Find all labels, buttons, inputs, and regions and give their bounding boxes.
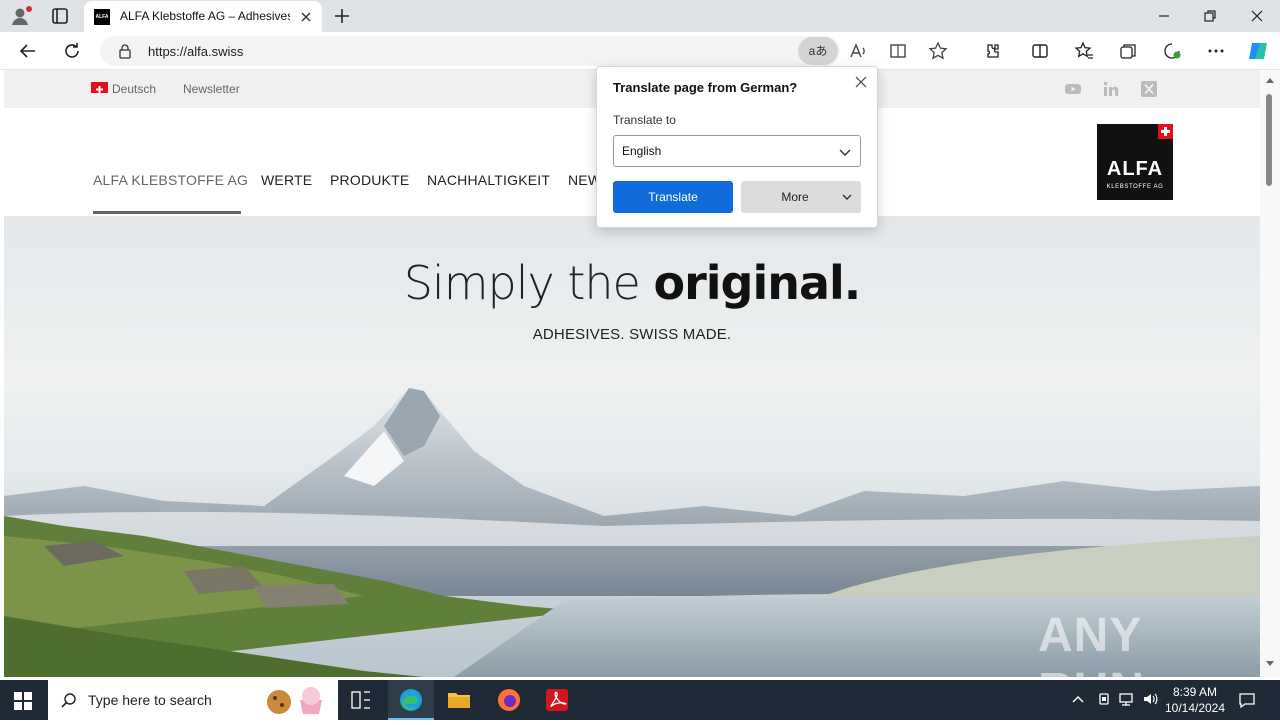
favorite-star-icon[interactable] — [928, 41, 948, 61]
windows-taskbar: Type here to search 8:39 AM 10/14/2024 — [0, 680, 1280, 720]
more-button-label: More — [781, 190, 809, 204]
close-icon[interactable] — [853, 74, 869, 90]
language-select[interactable]: English — [613, 135, 861, 167]
split-screen-icon[interactable] — [1030, 41, 1050, 61]
tab-title: ALFA Klebstoffe AG – Adhesives... — [120, 9, 290, 23]
network-device-icon[interactable] — [1096, 691, 1112, 707]
page-scrollbar[interactable] — [1260, 70, 1280, 677]
favorites-icon[interactable] — [1074, 41, 1094, 61]
alfa-logo[interactable]: ALFA KLEBSTOFFE AG — [1097, 124, 1173, 200]
close-window-icon[interactable] — [1247, 6, 1267, 26]
read-aloud-icon[interactable] — [848, 41, 868, 61]
url-text[interactable]: https://alfa.swiss — [148, 44, 243, 59]
immersive-reader-icon[interactable] — [888, 41, 908, 61]
file-explorer-icon[interactable] — [436, 680, 482, 720]
browser-title-bar: ALFA ALFA Klebstoffe AG – Adhesives... — [0, 0, 1280, 32]
lock-icon[interactable] — [118, 43, 132, 59]
logo-subtext: KLEBSTOFFE AG — [1106, 184, 1164, 190]
cookie-cupcake-icon — [267, 687, 322, 714]
headline-bold: original. — [653, 256, 861, 310]
chevron-down-icon — [842, 194, 852, 200]
anyrun-watermark: ANY RUN — [1038, 609, 1144, 677]
edge-icon — [400, 689, 422, 711]
taskbar-edge[interactable] — [388, 680, 434, 720]
collections-icon[interactable] — [1118, 41, 1138, 61]
search-placeholder: Type here to search — [88, 692, 212, 708]
task-view-icon[interactable] — [338, 680, 384, 720]
profile-icon[interactable] — [10, 6, 32, 26]
url-bar[interactable]: https://alfa.swiss — [100, 36, 840, 66]
scroll-down-icon[interactable] — [1265, 660, 1275, 668]
tab-actions-icon[interactable] — [50, 6, 70, 26]
taskbar-search-box[interactable]: Type here to search — [48, 680, 338, 720]
youtube-icon[interactable] — [1064, 80, 1082, 98]
back-icon[interactable] — [18, 41, 38, 61]
nav-alfa-klebstoffe[interactable]: ALFA KLEBSTOFFE AG — [93, 172, 248, 188]
popup-title: Translate page from German? — [613, 80, 798, 95]
x-twitter-icon[interactable] — [1140, 80, 1158, 98]
firefox-icon[interactable] — [486, 680, 532, 720]
translate-button[interactable]: Translate — [613, 181, 733, 213]
translate-popup: Translate page from German? Translate to… — [596, 66, 878, 228]
swiss-flag-icon — [91, 82, 108, 93]
headline-light: Simply the — [403, 256, 654, 310]
more-button[interactable]: More — [741, 181, 861, 213]
network-icon[interactable] — [1118, 691, 1134, 707]
swiss-cross-icon — [1158, 124, 1173, 139]
minimize-icon[interactable] — [1154, 6, 1174, 26]
more-options-icon[interactable] — [1206, 41, 1226, 61]
logo-text: ALFA — [1106, 158, 1164, 180]
tray-chevron-up-icon[interactable] — [1070, 691, 1086, 707]
scroll-thumb[interactable] — [1266, 94, 1272, 186]
tab-alfa[interactable]: ALFA ALFA Klebstoffe AG – Adhesives... — [84, 1, 322, 32]
linkedin-icon[interactable] — [1102, 80, 1120, 98]
scroll-up-icon[interactable] — [1265, 76, 1275, 84]
nav-produkte[interactable]: PRODUKTE — [330, 172, 409, 188]
copilot-icon[interactable] — [1246, 39, 1270, 63]
restore-icon[interactable] — [1200, 6, 1220, 26]
hero-headline: Simply the original. — [4, 256, 1260, 310]
nav-nachhaltigkeit[interactable]: NACHHALTIGKEIT — [427, 172, 550, 188]
nav-werte[interactable]: WERTE — [261, 172, 312, 188]
alfa-favicon-icon: ALFA — [94, 9, 110, 25]
close-tab-icon[interactable] — [298, 9, 314, 25]
active-menu-underline — [93, 211, 241, 214]
system-clock[interactable]: 8:39 AM 10/14/2024 — [1160, 684, 1230, 716]
chevron-down-icon — [839, 149, 851, 156]
volume-icon[interactable] — [1142, 691, 1158, 707]
clock-time: 8:39 AM — [1172, 685, 1218, 699]
selected-language: English — [622, 144, 662, 158]
translate-to-label: Translate to — [613, 113, 676, 127]
search-icon — [61, 693, 76, 708]
refresh-icon[interactable] — [62, 41, 82, 61]
acrobat-icon[interactable] — [534, 680, 580, 720]
windows-start-icon[interactable] — [14, 692, 32, 710]
language-link[interactable]: Deutsch — [112, 82, 156, 96]
hero-subline: ADHESIVES. SWISS MADE. — [532, 326, 732, 343]
new-tab-icon[interactable] — [332, 6, 352, 26]
extensions-icon[interactable] — [982, 41, 1002, 61]
newsletter-link[interactable]: Newsletter — [183, 82, 240, 96]
notifications-icon[interactable] — [1238, 691, 1256, 709]
translate-page-icon[interactable]: aあ — [798, 37, 838, 65]
browser-essentials-icon[interactable] — [1162, 41, 1182, 61]
clock-date: 10/14/2024 — [1164, 701, 1226, 715]
